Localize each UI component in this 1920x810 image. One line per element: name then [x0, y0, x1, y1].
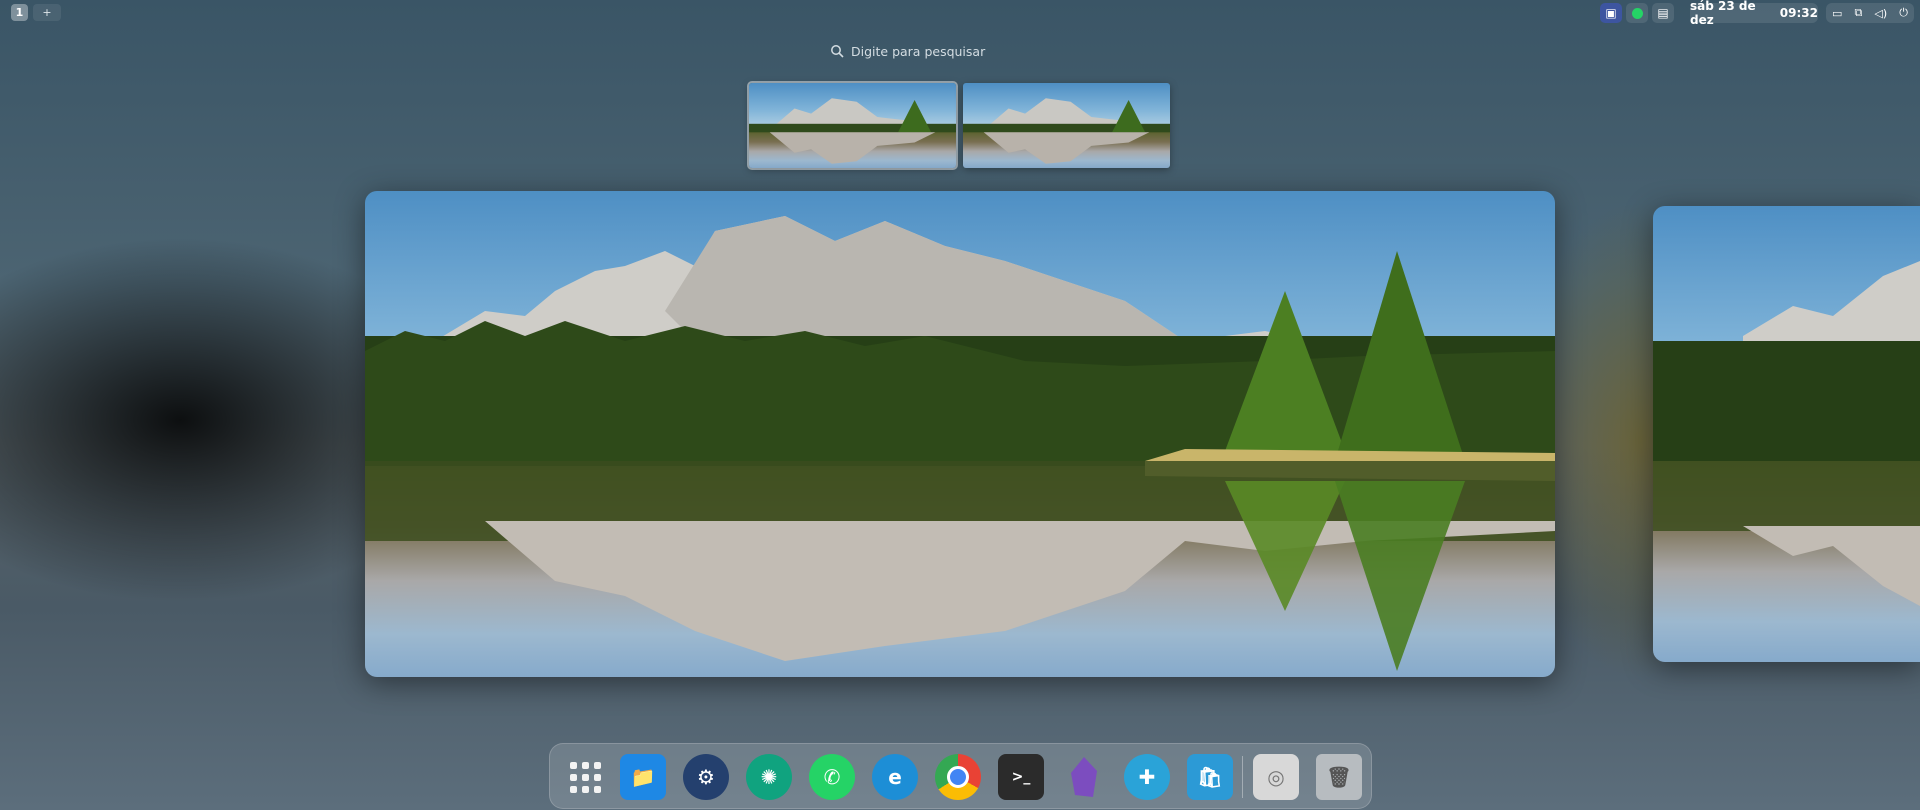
clock-button[interactable]: sáb 23 de dez 09:32	[1690, 0, 1818, 27]
mountain-lake-image	[365, 216, 1555, 671]
date-label: sáb 23 de dez	[1690, 0, 1756, 27]
app-grid-icon	[569, 761, 601, 793]
search-icon	[831, 45, 844, 58]
extensions-app-icon[interactable]: ✚	[1124, 754, 1170, 800]
add-workspace-button[interactable]: +	[33, 4, 61, 21]
display-icon: ▭	[1832, 6, 1843, 20]
workspace-thumbnail-2[interactable]	[963, 83, 1170, 168]
window-preview-next[interactable]	[1653, 206, 1920, 662]
dock: 📁 ⚙ ✺ ✆ e >_ ✚ 🛍 ◎ 🗑	[549, 743, 1372, 809]
tray-indicators: ▣ ▤	[1600, 3, 1674, 23]
clipboard-icon[interactable]: ▤	[1652, 3, 1674, 23]
network-icon: ⧉	[1854, 6, 1863, 19]
top-bar: 1 + ▣ ▤ sáb 23 de dez 09:32 ▭ ⧉ ◁) ⏻	[0, 0, 1920, 27]
search-field[interactable]: Digite para pesquisar	[830, 40, 1030, 62]
drive-icon[interactable]: ◎	[1253, 754, 1299, 800]
power-icon: ⏻	[1899, 6, 1908, 19]
search-placeholder: Digite para pesquisar	[851, 43, 986, 59]
terminal-app-icon[interactable]: >_	[998, 754, 1044, 800]
software-app-icon[interactable]: 🛍	[1187, 754, 1233, 800]
settings-app-icon[interactable]: ⚙	[683, 754, 729, 800]
trash-icon[interactable]: 🗑	[1316, 754, 1362, 800]
chrome-app-icon[interactable]	[935, 754, 981, 800]
window-preview-main[interactable]	[365, 191, 1555, 677]
system-menu-button[interactable]: ▭ ⧉ ◁) ⏻	[1826, 3, 1914, 23]
chatgpt-app-icon[interactable]: ✺	[746, 754, 792, 800]
workspace-1-button[interactable]: 1	[11, 4, 28, 21]
workspace-thumbnail-1[interactable]	[747, 81, 958, 170]
files-app-icon[interactable]: 📁	[620, 754, 666, 800]
whatsapp-app-icon[interactable]: ✆	[809, 754, 855, 800]
obsidian-app-icon[interactable]	[1061, 754, 1107, 800]
time-label: 09:32	[1779, 6, 1818, 20]
dock-separator	[1242, 756, 1243, 798]
app-grid-button[interactable]	[562, 754, 608, 800]
whatsapp-icon[interactable]	[1626, 3, 1648, 23]
edge-app-icon[interactable]: e	[872, 754, 918, 800]
screen-icon[interactable]: ▣	[1600, 3, 1622, 23]
volume-icon: ◁)	[1874, 6, 1888, 20]
mountain-lake-image	[1653, 261, 1920, 606]
